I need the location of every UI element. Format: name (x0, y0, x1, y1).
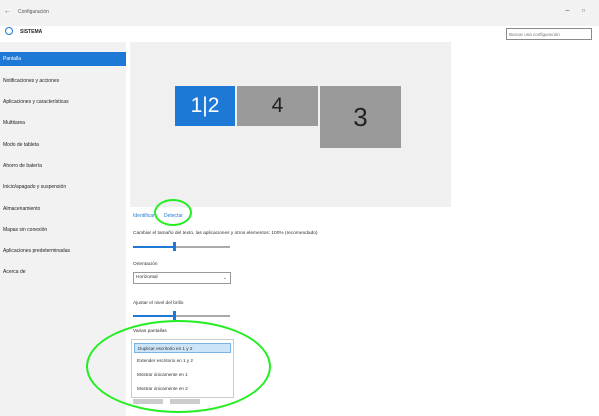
search-input[interactable] (506, 28, 592, 40)
sidebar-item-acerca-de[interactable]: Acerca de (0, 265, 126, 279)
orientation-label: Orientación (133, 262, 158, 267)
chevron-down-icon: ⌄ (222, 275, 227, 281)
sidebar-item-notificaciones[interactable]: Notificaciones y acciones (0, 74, 126, 88)
dropdown-highlight-circle (86, 320, 271, 413)
sidebar-item-aplicaciones-predeterminadas[interactable]: Aplicaciones predeterminadas (0, 244, 126, 258)
section-title: SISTEMA (20, 29, 43, 35)
brightness-slider-thumb[interactable] (173, 311, 176, 320)
sidebar-item-almacenamiento[interactable]: Almacenamiento (0, 202, 126, 216)
sidebar-item-ahorro-bateria[interactable]: Ahorro de batería (0, 159, 126, 173)
scale-slider-thumb[interactable] (173, 242, 176, 251)
sidebar-item-mapas[interactable]: Mapas sin conexión (0, 223, 126, 237)
scale-label: Cambiar el tamaño del texto, las aplicac… (133, 231, 318, 236)
brightness-slider[interactable] (133, 311, 230, 320)
sidebar-item-multitarea[interactable]: Multitarea (0, 116, 126, 130)
orientation-select[interactable]: Horizontal ⌄ (133, 272, 231, 284)
brightness-slider-fill (133, 315, 174, 317)
sidebar-item-inicio-apagado[interactable]: Inicio/apagado y suspensión (0, 180, 126, 194)
orientation-value: Horizontal (136, 275, 158, 280)
title-bar: ← Configuración − □ (0, 0, 599, 26)
window-title: Configuración (18, 9, 49, 15)
brightness-label: Ajustar el nivel del brillo (133, 301, 184, 306)
monitor-1-2[interactable]: 1|2 (175, 86, 235, 126)
back-arrow-icon[interactable]: ← (4, 8, 11, 15)
identify-link[interactable]: Identificar (133, 213, 155, 219)
maximize-button[interactable]: □ (582, 8, 585, 14)
detect-highlight-circle (154, 199, 192, 226)
scale-slider-fill (133, 246, 174, 248)
minimize-button[interactable]: − (565, 6, 570, 15)
scale-slider[interactable] (133, 242, 230, 251)
sidebar-item-pantalla[interactable]: Pantalla (0, 52, 126, 66)
sidebar-item-aplicaciones[interactable]: Aplicaciones y características (0, 95, 126, 109)
monitor-4[interactable]: 4 (237, 86, 318, 126)
monitor-3[interactable]: 3 (320, 86, 401, 148)
gear-icon (5, 27, 13, 35)
sidebar-item-modo-tableta[interactable]: Modo de tableta (0, 138, 126, 152)
